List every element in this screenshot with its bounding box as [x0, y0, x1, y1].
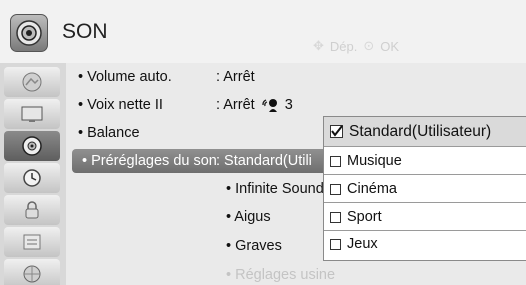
option-icon	[23, 234, 41, 250]
voice-clarity-icon	[261, 99, 277, 112]
checkbox-icon	[330, 183, 341, 195]
sidebar-item-time[interactable]	[4, 163, 60, 193]
menu-row-label: • Balance	[78, 125, 140, 141]
preset-option-sport[interactable]: Sport	[324, 204, 526, 230]
ok-hint-label: OK	[380, 38, 400, 54]
preset-dropdown: Standard(Utilisateur) Musique Cinéma Spo…	[323, 116, 526, 261]
category-sidebar	[0, 63, 66, 285]
menu-row-volume-auto[interactable]: • Volume auto. : Arrêt	[66, 64, 526, 90]
divider	[324, 146, 526, 147]
sidebar-item-picture[interactable]	[4, 67, 60, 97]
nav-hint: ✥ Dép. ⊙ OK	[313, 38, 399, 54]
dpad-icon: ✥	[313, 38, 324, 53]
submenu-infinite-sound[interactable]: • Infinite Sound	[226, 181, 324, 197]
menu-row-value: : Standard(Utili	[216, 153, 312, 169]
menu-header: SON ✥ Dép. ⊙ OK	[0, 0, 526, 63]
page-title: SON	[62, 20, 108, 43]
voice-clarity-level: 3	[284, 97, 293, 113]
sound-category-icon	[10, 14, 48, 52]
lock-icon	[25, 201, 39, 219]
submenu-aigus[interactable]: • Aigus	[226, 209, 271, 225]
network-icon	[23, 265, 41, 283]
menu-row-value: : Arrêt 3	[216, 97, 293, 113]
divider	[324, 202, 526, 203]
preset-option-jeux[interactable]: Jeux	[324, 231, 526, 257]
sidebar-item-lock[interactable]	[4, 195, 60, 225]
divider	[324, 174, 526, 175]
sidebar-item-screen[interactable]	[4, 99, 60, 129]
preset-option-label: Sport	[347, 209, 382, 225]
checkbox-icon	[330, 155, 341, 167]
preset-option-label: Cinéma	[347, 181, 397, 197]
tv-settings-screen: SON ✥ Dép. ⊙ OK • Volume auto.: Arrêt •…	[0, 0, 526, 285]
sidebar-item-network[interactable]	[4, 259, 60, 285]
preset-option-label: Standard(Utilisateur)	[349, 122, 492, 140]
sidebar-item-option[interactable]	[4, 227, 60, 257]
sidebar-item-sound[interactable]	[4, 131, 60, 161]
submenu-graves[interactable]: • Graves	[226, 238, 282, 254]
preset-option-label: Musique	[347, 153, 402, 169]
checkbox-checked-icon	[330, 125, 343, 138]
nav-hint-label: Dép.	[329, 38, 358, 54]
picture-icon	[22, 72, 42, 92]
menu-row-label: • Préréglages du son	[82, 153, 217, 169]
submenu-reglages-usine: • Réglages usine	[226, 267, 336, 283]
ok-button-icon: ⊙	[363, 38, 375, 53]
preset-option-label: Jeux	[347, 236, 378, 252]
menu-row-label: • Volume auto.	[78, 69, 172, 85]
menu-row-voix-nette[interactable]: • Voix nette II : Arrêt 3	[66, 92, 526, 118]
checkbox-icon	[330, 238, 341, 250]
preset-option-musique[interactable]: Musique	[324, 148, 526, 174]
screen-icon	[21, 106, 43, 122]
menu-row-value: : Arrêt	[216, 69, 255, 85]
preset-option-standard[interactable]: Standard(Utilisateur)	[324, 117, 526, 146]
checkbox-icon	[330, 211, 341, 223]
menu-row-label: • Voix nette II	[78, 97, 163, 113]
clock-icon	[23, 169, 41, 187]
sound-icon	[22, 136, 42, 156]
preset-option-cinema[interactable]: Cinéma	[324, 176, 526, 202]
